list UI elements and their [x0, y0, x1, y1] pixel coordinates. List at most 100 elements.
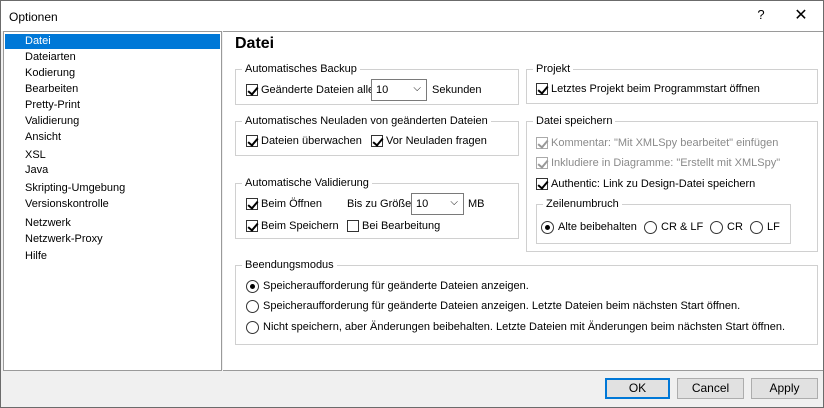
settings-panel: Datei Automatisches Backup Geänderte Dat… — [223, 31, 823, 371]
ok-button[interactable]: OK — [605, 378, 670, 399]
linebreak-cr-row[interactable]: CR — [710, 219, 743, 235]
backup-checkbox[interactable] — [246, 84, 258, 96]
size-limit-value: 10 — [416, 198, 429, 210]
sidebar-item-xsl[interactable]: XSL — [5, 148, 220, 163]
page-title: Datei — [235, 35, 275, 52]
ask-reload-label: Vor Neuladen fragen — [386, 135, 487, 147]
window-title: Optionen — [9, 10, 58, 24]
backup-interval-select[interactable]: 10 ⌵ — [371, 79, 427, 101]
linebreak-cr-label: CR — [727, 221, 743, 233]
comment-row[interactable]: Kommentar: "Mit XMLSpy bearbeitet" einfü… — [536, 135, 778, 151]
validate-edit-label: Bei Bearbeitung — [362, 220, 441, 232]
exit-option-2-row[interactable]: Speicheraufforderung für geänderte Datei… — [246, 298, 740, 314]
ask-reload-checkbox[interactable] — [371, 135, 383, 147]
validate-save-checkbox[interactable] — [246, 220, 258, 232]
validate-open-label: Beim Öffnen — [261, 198, 322, 210]
open-last-project-checkbox[interactable] — [536, 83, 548, 95]
sidebar-item-netzwerk[interactable]: Netzwerk — [5, 216, 220, 231]
sidebar-item-hilfe[interactable]: Hilfe — [5, 249, 220, 264]
linebreak-crlf-radio[interactable] — [644, 220, 657, 234]
diagrams-row[interactable]: Inkludiere in Diagramme: "Erstellt mit X… — [536, 155, 780, 171]
close-icon[interactable]: ✕ — [790, 6, 812, 26]
exit-option-3-row[interactable]: Nicht speichern, aber Änderungen beibeha… — [246, 319, 785, 335]
validate-open-row[interactable]: Beim Öffnen — [246, 196, 322, 212]
diagrams-label: Inkludiere in Diagramme: "Erstellt mit X… — [551, 157, 781, 169]
validate-open-checkbox[interactable] — [246, 198, 258, 210]
sidebar-item-pretty-print[interactable]: Pretty-Print — [5, 98, 220, 113]
chevron-down-icon: ⌵ — [413, 83, 421, 94]
authentic-row[interactable]: Authentic: Link zu Design-Datei speicher… — [536, 176, 755, 192]
linebreak-crlf-label: CR & LF — [661, 221, 704, 233]
options-dialog: Optionen ? ✕ Datei Dateiarten Kodierung … — [0, 0, 824, 408]
validation-group: Automatische Validierung Beim Öffnen Bis… — [235, 177, 519, 239]
backup-interval-value: 10 — [376, 84, 389, 96]
watch-files-row[interactable]: Dateien überwachen — [246, 133, 362, 149]
size-label: Bis zu Größe — [347, 198, 412, 210]
backup-unit: Sekunden — [432, 84, 482, 96]
validate-edit-checkbox[interactable] — [347, 220, 359, 232]
reload-legend: Automatisches Neuladen von geänderten Da… — [242, 115, 491, 128]
file-save-group: Datei speichern Kommentar: "Mit XMLSpy b… — [526, 115, 818, 252]
linebreak-keep-radio[interactable] — [541, 220, 554, 234]
exit-option-1-row[interactable]: Speicheraufforderung für geänderte Datei… — [246, 278, 529, 294]
chevron-down-icon: ⌵ — [450, 197, 458, 208]
linebreak-lf-row[interactable]: LF — [750, 219, 780, 235]
comment-checkbox[interactable] — [536, 137, 548, 149]
backup-legend: Automatisches Backup — [242, 63, 360, 76]
category-list: Datei Dateiarten Kodierung Bearbeiten Pr… — [3, 31, 222, 371]
help-button[interactable]: ? — [753, 7, 769, 25]
exit-option-1-label: Speicheraufforderung für geänderte Datei… — [263, 280, 529, 292]
exit-option-1-radio[interactable] — [246, 279, 259, 293]
exit-mode-group: Beendungsmodus Speicheraufforderung für … — [235, 259, 818, 345]
reload-group: Automatisches Neuladen von geänderten Da… — [235, 115, 519, 156]
open-last-project-label: Letztes Projekt beim Programmstart öffne… — [551, 83, 760, 95]
backup-checkbox-row[interactable]: Geänderte Dateien alle — [246, 82, 374, 98]
authentic-label: Authentic: Link zu Design-Datei speicher… — [551, 178, 756, 190]
watch-files-checkbox[interactable] — [246, 135, 258, 147]
validate-save-label: Beim Speichern — [261, 220, 339, 232]
authentic-checkbox[interactable] — [536, 178, 548, 190]
exit-option-2-label: Speicheraufforderung für geänderte Datei… — [263, 300, 741, 312]
exit-mode-legend: Beendungsmodus — [242, 259, 337, 272]
sidebar-item-bearbeiten[interactable]: Bearbeiten — [5, 82, 220, 97]
size-limit-select[interactable]: 10 ⌵ — [411, 193, 464, 215]
project-group: Projekt Letztes Projekt beim Programmsta… — [526, 63, 818, 104]
diagrams-checkbox[interactable] — [536, 157, 548, 169]
file-save-legend: Datei speichern — [533, 115, 616, 128]
exit-option-3-radio[interactable] — [246, 320, 259, 334]
sidebar-item-validierung[interactable]: Validierung — [5, 114, 220, 129]
linebreak-keep-label: Alte beibehalten — [558, 221, 637, 233]
backup-label: Geänderte Dateien alle — [261, 84, 375, 96]
linebreak-group: Zeilenumbruch Alte beibehalten CR & LF C… — [536, 198, 791, 244]
comment-label: Kommentar: "Mit XMLSpy bearbeitet" einfü… — [551, 137, 779, 149]
validate-save-row[interactable]: Beim Speichern — [246, 218, 339, 234]
exit-option-2-radio[interactable] — [246, 299, 259, 313]
title-bar: Optionen ? ✕ — [1, 1, 823, 31]
watch-files-label: Dateien überwachen — [261, 135, 362, 147]
sidebar-item-ansicht[interactable]: Ansicht — [5, 130, 220, 145]
linebreak-lf-label: LF — [767, 221, 780, 233]
backup-group: Automatisches Backup Geänderte Dateien a… — [235, 63, 519, 105]
sidebar-item-kodierung[interactable]: Kodierung — [5, 66, 220, 81]
linebreak-cr-radio[interactable] — [710, 220, 723, 234]
validate-edit-row[interactable]: Bei Bearbeitung — [347, 218, 440, 234]
linebreak-crlf-row[interactable]: CR & LF — [644, 219, 703, 235]
apply-button[interactable]: Apply — [751, 378, 818, 399]
ask-reload-row[interactable]: Vor Neuladen fragen — [371, 133, 487, 149]
sidebar-item-skripting[interactable]: Skripting-Umgebung — [5, 181, 220, 196]
button-bar: OK Cancel Apply — [1, 372, 823, 407]
size-unit: MB — [468, 198, 485, 210]
linebreak-lf-radio[interactable] — [750, 220, 763, 234]
sidebar-item-netzwerk-proxy[interactable]: Netzwerk-Proxy — [5, 232, 220, 247]
linebreak-legend: Zeilenumbruch — [543, 198, 622, 211]
sidebar-item-java[interactable]: Java — [5, 163, 220, 178]
linebreak-keep-row[interactable]: Alte beibehalten — [541, 219, 637, 235]
project-legend: Projekt — [533, 63, 574, 76]
sidebar-item-versionskontrolle[interactable]: Versionskontrolle — [5, 197, 220, 212]
validation-legend: Automatische Validierung — [242, 177, 372, 190]
sidebar-item-datei[interactable]: Datei — [5, 34, 220, 49]
sidebar-item-dateiarten[interactable]: Dateiarten — [5, 50, 220, 65]
exit-option-3-label: Nicht speichern, aber Änderungen beibeha… — [263, 321, 786, 333]
open-last-project-row[interactable]: Letztes Projekt beim Programmstart öffne… — [536, 81, 760, 97]
cancel-button[interactable]: Cancel — [677, 378, 744, 399]
